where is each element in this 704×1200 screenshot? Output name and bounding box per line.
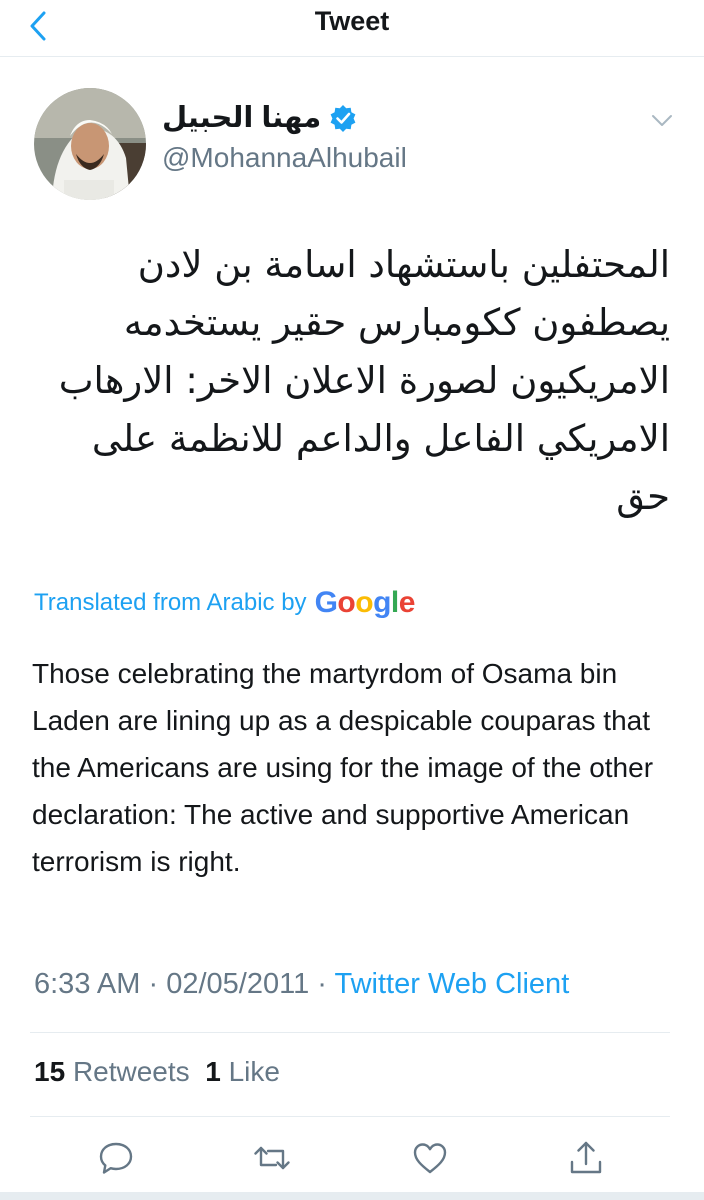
divider bbox=[30, 1116, 670, 1117]
translated-label: Translated from Arabic by bbox=[34, 589, 307, 616]
avatar[interactable] bbox=[34, 88, 146, 200]
translated-text: Those celebrating the martyrdom of Osama… bbox=[32, 658, 654, 877]
chevron-down-icon[interactable] bbox=[648, 106, 676, 134]
google-logo: Google bbox=[314, 586, 416, 619]
share-icon[interactable] bbox=[566, 1138, 606, 1178]
verified-badge-icon bbox=[330, 104, 356, 132]
page-title: Tweet bbox=[314, 6, 390, 36]
like-icon[interactable] bbox=[410, 1138, 450, 1178]
retweets-count: 15 bbox=[34, 1056, 66, 1087]
tweet-client-link[interactable]: Twitter Web Client bbox=[334, 968, 569, 1000]
tweet-time: 6:33 AM bbox=[34, 968, 141, 1000]
divider bbox=[30, 1032, 670, 1033]
retweets-label: Retweets bbox=[72, 1056, 190, 1087]
display-name-text: مهنا الحبيل bbox=[162, 102, 322, 134]
likes-count: 1 bbox=[205, 1056, 221, 1087]
nav-bar: Tweet bbox=[0, 0, 704, 57]
tweet-meta: 6:33 AM · 02/05/2011 · Twitter Web Clien… bbox=[34, 968, 569, 1001]
bottom-divider bbox=[0, 1192, 704, 1200]
meta-separator: · bbox=[317, 968, 327, 1000]
translation-attribution[interactable]: Translated from Arabic by Google bbox=[34, 586, 415, 620]
tweet-stats: 15 Retweets 1 Like bbox=[34, 1056, 280, 1088]
author-handle[interactable]: @MohannaAlhubail bbox=[162, 142, 407, 174]
tweet-text: المحتفلين باستشهاد اسامة بن لادن يصطفون … bbox=[58, 243, 670, 518]
likes-stat[interactable]: 1 Like bbox=[205, 1056, 280, 1087]
reply-icon[interactable] bbox=[96, 1138, 136, 1178]
likes-label: Like bbox=[228, 1056, 280, 1087]
tweet-header: مهنا الحبيل @MohannaAlhubail bbox=[0, 56, 704, 206]
action-bar bbox=[0, 1134, 704, 1182]
tweet-date: 02/05/2011 bbox=[166, 968, 310, 1000]
retweet-icon[interactable] bbox=[252, 1138, 292, 1178]
meta-separator: · bbox=[148, 968, 159, 1000]
retweets-stat[interactable]: 15 Retweets bbox=[34, 1056, 190, 1087]
author-display-name[interactable]: مهنا الحبيل bbox=[162, 100, 357, 135]
